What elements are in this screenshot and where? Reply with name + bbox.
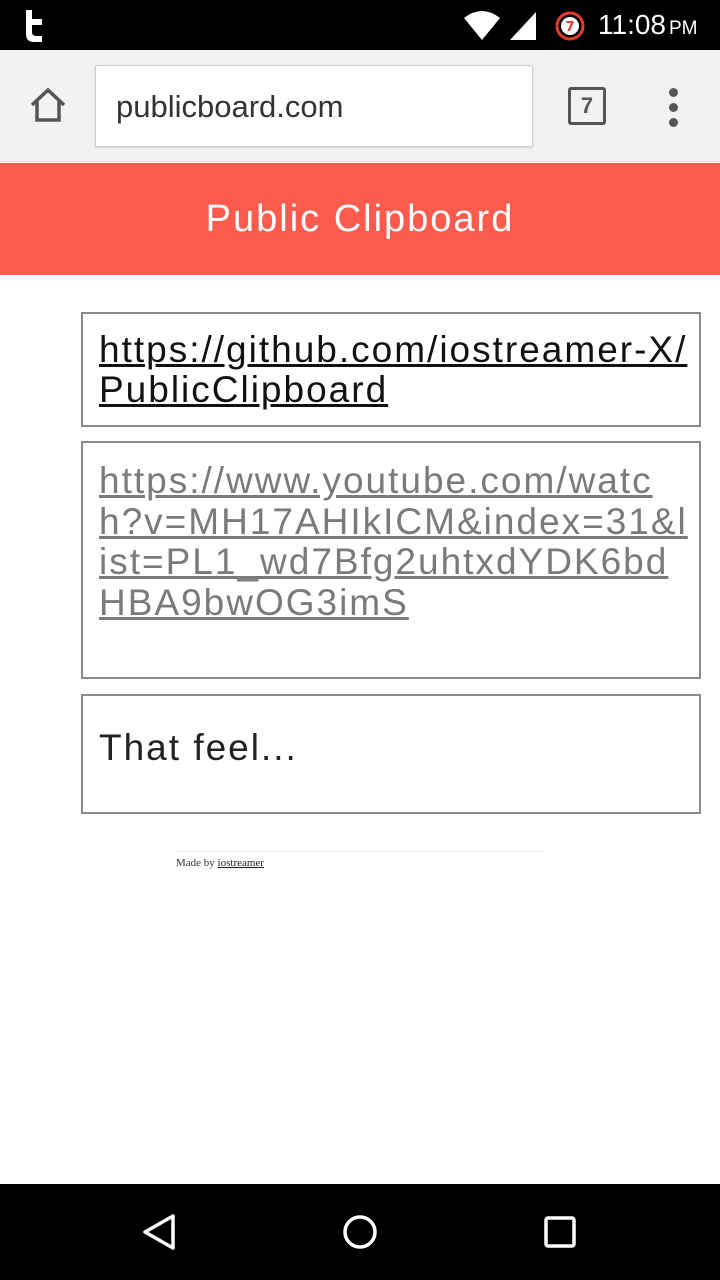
browser-toolbar: publicboard.com 7 [0,50,720,162]
author-link[interactable]: iostreamer [218,857,264,869]
menu-dot [669,88,678,97]
app-notification-icon [26,10,42,42]
clip-card: https://github.com/iostreamer-X/PublicCl… [81,312,701,427]
clock-ampm: PM [669,18,698,39]
clip-link[interactable]: https://www.youtube.com/watch?v=MH17AHIk… [99,460,689,623]
status-bar: 7 11:08 PM [0,0,720,50]
recent-apps-icon[interactable] [540,1212,580,1252]
clip-card: https://www.youtube.com/watch?v=MH17AHIk… [81,441,701,679]
home-icon[interactable] [26,84,70,128]
overflow-menu-icon[interactable] [660,86,688,130]
footer-divider [176,851,544,852]
url-text[interactable]: publicboard.com [116,88,343,126]
clip-link[interactable]: https://github.com/iostreamer-X/PublicCl… [99,330,689,410]
svg-text:7: 7 [565,20,574,35]
footer-prefix: Made by [176,857,215,869]
back-icon[interactable] [140,1212,180,1252]
badge-icon: 7 [555,11,585,41]
wifi-icon [464,11,500,40]
navigation-bar [0,1184,720,1280]
footer: Made by iostreamer [176,856,264,870]
status-clock: 11:08 PM [598,8,698,46]
menu-dot [669,103,678,112]
tabs-icon[interactable]: 7 [568,87,606,125]
home-circle-icon[interactable] [340,1212,380,1252]
tab-count: 7 [580,93,594,118]
url-bar[interactable]: publicboard.com [95,65,533,147]
menu-dot [669,118,678,127]
clock-time: 11:08 [598,9,666,40]
signal-icon [510,12,536,40]
site-title: Public Clipboard [205,198,515,240]
clip-text: That feel... [99,727,298,768]
clip-card: That feel... [81,694,701,814]
site-header: Public Clipboard [0,163,720,275]
